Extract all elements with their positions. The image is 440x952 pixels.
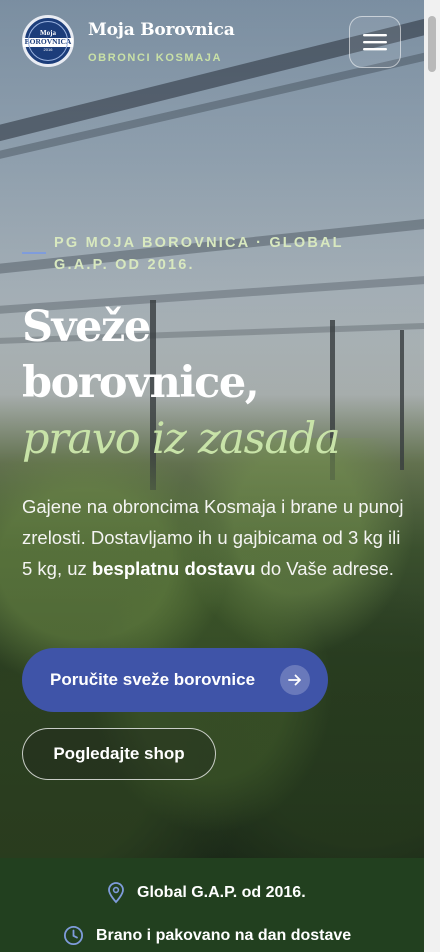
hero-lead: Gajene na obroncima Kosmaja i brane u pu… <box>22 491 407 584</box>
arrow-right-icon <box>280 665 310 695</box>
trust-item-fresh: Brano i pakovano na dan dostave <box>63 925 351 946</box>
trust-bar: Global G.A.P. od 2016. Brano i pakovano … <box>0 858 424 952</box>
lead-bold-free-delivery: besplatnu dostavu <box>91 558 256 579</box>
hero-headline-line3: pravo iz zasada <box>22 414 341 464</box>
hamburger-icon <box>363 34 387 51</box>
lead-text-2: do Vaše adrese. <box>255 558 394 579</box>
shop-button[interactable]: Pogledajte shop <box>22 728 216 780</box>
scrollbar-thumb[interactable] <box>428 16 436 72</box>
trust-item-label: Brano i pakovano na dan dostave <box>96 926 352 944</box>
trust-item-label: Global G.A.P. od 2016. <box>137 884 306 901</box>
shop-button-label: Pogledajte shop <box>53 744 185 763</box>
brand-title[interactable]: Moja Borovnica <box>88 20 235 40</box>
hero-headline-line2: borovnice, <box>22 358 260 408</box>
menu-button[interactable] <box>349 16 401 68</box>
trust-item-gap: Global G.A.P. od 2016. <box>107 882 306 904</box>
clock-icon <box>63 925 84 946</box>
brand-logo[interactable]: Moja BOROVNICA 2016 <box>22 15 74 67</box>
page-scrollbar[interactable] <box>424 0 440 952</box>
hero-headline-line1: Sveže <box>22 302 151 352</box>
brand-subtitle: OBRONCI KOSMAJA <box>88 52 223 64</box>
order-button-label: Poručite sveže borovnice <box>50 670 256 689</box>
order-button[interactable]: Poručite sveže borovnice <box>22 648 328 712</box>
eyebrow-divider <box>22 252 46 254</box>
hero-eyebrow: PG MOJA BOROVNICA · GLOBAL G.A.P. OD 201… <box>54 235 344 273</box>
location-pin-icon <box>108 882 124 904</box>
